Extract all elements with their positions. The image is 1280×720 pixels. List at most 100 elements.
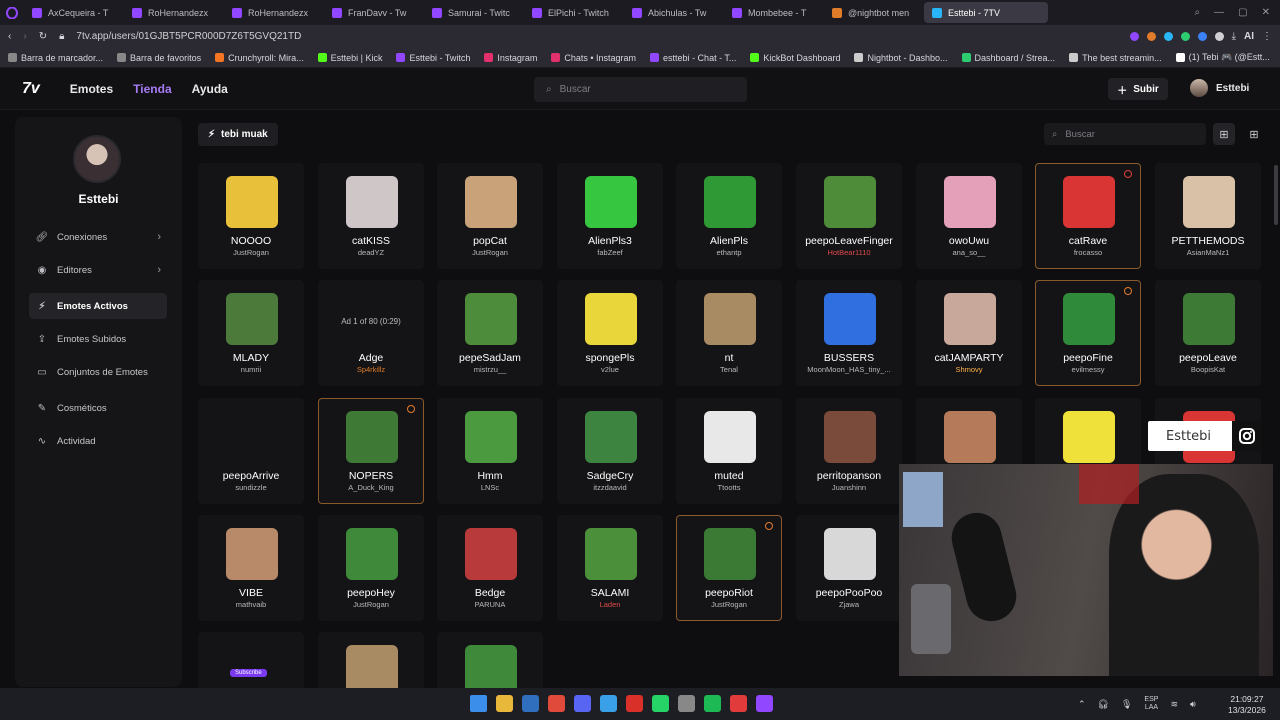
emote-card[interactable]: SadgeCry itzzdaavid — [557, 398, 663, 504]
nav-emotes[interactable]: Emotes — [70, 82, 113, 96]
sidebar-item-conexiones[interactable]: 🔗︎ Conexiones › — [29, 224, 167, 250]
opera-icon[interactable] — [0, 0, 24, 25]
reload-icon[interactable]: ↻ — [39, 31, 47, 42]
taskbar-app-icon[interactable] — [600, 695, 617, 712]
browser-tab[interactable]: RoHernandezx — [224, 2, 322, 23]
taskbar-app-icon[interactable] — [626, 695, 643, 712]
emote-card[interactable]: Hmm LNSc — [437, 398, 543, 504]
browser-tab[interactable]: Abichulas - Tw — [624, 2, 722, 23]
bookmark-item[interactable]: Crunchyroll: Mira... — [215, 53, 304, 63]
emote-card[interactable]: peepoHey JustRogan — [318, 515, 424, 621]
search-tabs-icon[interactable]: ⌕ — [1195, 7, 1201, 18]
extension-icon[interactable] — [1180, 32, 1190, 41]
bookmark-item[interactable]: Instagram — [484, 53, 537, 63]
extension-icon[interactable] — [1197, 32, 1207, 41]
maximize-icon[interactable]: ▢ — [1238, 7, 1247, 18]
extension-icon[interactable] — [1163, 32, 1173, 41]
emote-card[interactable]: AlienPls ethantp — [676, 163, 782, 269]
bookmark-item[interactable]: esttebi - Chat - T... — [650, 53, 736, 63]
browser-tab[interactable]: FranDavv - Tw — [324, 2, 422, 23]
taskbar-app-icon[interactable] — [470, 695, 487, 712]
emote-card[interactable]: SALAMI Laden — [557, 515, 663, 621]
7tv-logo[interactable]: 7v — [22, 80, 40, 98]
emote-card[interactable]: nt Tenal — [676, 280, 782, 386]
sidebar-item-editores[interactable]: ◉ Editores › — [29, 257, 167, 283]
taskbar-app-icon[interactable] — [522, 695, 539, 712]
emote-card[interactable]: popCat JustRogan — [437, 163, 543, 269]
emote-card[interactable]: muted Ttootts — [676, 398, 782, 504]
bookmark-item[interactable]: Dashboard / Strea... — [961, 53, 1055, 63]
taskbar-app-icon[interactable] — [548, 695, 565, 712]
emote-card[interactable]: spongePls v2lue — [557, 280, 663, 386]
bookmark-item[interactable]: Esttebi - Twitch — [396, 53, 470, 63]
emote-card[interactable]: catKISS deadYZ — [318, 163, 424, 269]
emote-card[interactable]: NOPERS A_Duck_King — [318, 398, 424, 504]
large-grid-view-button[interactable]: ⊞ — [1213, 123, 1235, 145]
minimize-icon[interactable]: — — [1214, 7, 1224, 18]
emote-card[interactable]: NOOOO JustRogan — [198, 163, 304, 269]
emote-card[interactable]: peepoLeave BoopisKat — [1155, 280, 1261, 386]
extension-icon[interactable] — [1129, 32, 1139, 41]
wifi-icon[interactable]: ≋ — [1170, 699, 1178, 710]
taskbar-app-icon[interactable] — [496, 695, 513, 712]
back-icon[interactable]: ‹ — [8, 31, 11, 42]
nav-ayuda[interactable]: Ayuda — [192, 82, 228, 96]
mic-icon[interactable]: 🎙︎ — [1121, 699, 1132, 710]
nav-tienda[interactable]: Tienda — [133, 82, 171, 96]
small-grid-view-button[interactable]: ⊞ — [1243, 123, 1265, 145]
browser-tab[interactable]: AxCequeira - T — [24, 2, 122, 23]
bookmark-item[interactable]: Barra de favoritos — [117, 53, 201, 63]
taskbar-app-icon[interactable] — [574, 695, 591, 712]
browser-tab[interactable]: @nightbot men — [824, 2, 922, 23]
emote-card[interactable] — [437, 632, 543, 688]
emote-card[interactable]: peepoArrive sundizzle — [198, 398, 304, 504]
language-indicator[interactable]: ESP LAA — [1144, 696, 1158, 712]
sidebar-item-emotes-subidos[interactable]: ⇪ Emotes Subidos — [29, 326, 167, 352]
emote-card[interactable] — [318, 632, 424, 688]
sidebar-item-conjuntos-de-emotes[interactable]: ▭ Conjuntos de Emotes — [29, 359, 167, 385]
emote-card[interactable]: MLADY numrii — [198, 280, 304, 386]
taskbar-app-icon[interactable] — [730, 695, 747, 712]
bookmark-item[interactable]: KickBot Dashboard — [750, 53, 840, 63]
close-icon[interactable]: ✕ — [1262, 7, 1270, 18]
emote-card[interactable]: catRave frocasso — [1035, 163, 1141, 269]
browser-tab[interactable]: RoHernandezx — [124, 2, 222, 23]
bookmark-item[interactable]: The best streamin... — [1069, 53, 1162, 63]
emote-card[interactable]: catJAMPARTY Shmovy — [916, 280, 1022, 386]
ai-button[interactable]: AI — [1244, 31, 1254, 42]
bookmark-item[interactable]: Chats • Instagram — [551, 53, 636, 63]
emote-card[interactable]: peepoLeaveFinger HotBear1110 — [796, 163, 902, 269]
headset-icon[interactable]: 🎧︎ — [1098, 699, 1109, 710]
browser-tab[interactable]: Esttebi - 7TV — [924, 2, 1048, 23]
taskbar-app-icon[interactable] — [756, 695, 773, 712]
volume-icon[interactable]: 🔊︎ — [1190, 699, 1196, 710]
extension-icon[interactable] — [1146, 32, 1156, 41]
download-icon[interactable]: ⤓ — [1232, 31, 1236, 42]
site-search-input[interactable]: ⌕ Buscar — [534, 77, 747, 102]
emote-card[interactable]: pepeSadJam mistrzu__ — [437, 280, 543, 386]
menu-icon[interactable]: ⋮ — [1262, 31, 1272, 42]
emote-card[interactable]: Subscribe — [198, 632, 304, 688]
sidebar-item-cosméticos[interactable]: ✎ Cosméticos — [29, 395, 167, 421]
bookmark-item[interactable]: Esttebi | Kick — [317, 53, 382, 63]
scrollbar[interactable] — [1274, 165, 1278, 225]
emote-card[interactable]: peepoFine evilmessy — [1035, 280, 1141, 386]
browser-tab[interactable]: Mombebee - T — [724, 2, 822, 23]
browser-tab[interactable]: ElPichi - Twitch — [524, 2, 622, 23]
emote-set-selector[interactable]: ⚡︎ tebi muak — [198, 123, 278, 146]
chevron-up-icon[interactable]: ⌃ — [1078, 699, 1086, 710]
emote-card[interactable]: VIBE mathvaib — [198, 515, 304, 621]
user-menu[interactable]: Esttebi — [1190, 79, 1249, 97]
upload-button[interactable]: ＋ Subir — [1108, 78, 1168, 100]
taskbar-app-icon[interactable] — [678, 695, 695, 712]
extension-icon[interactable] — [1214, 32, 1224, 41]
emote-search-input[interactable]: ⌕ Buscar — [1044, 123, 1206, 145]
url-field[interactable]: 7tv.app/users/01GJBT5PCR000D7Z6T5GVQ21TD — [76, 31, 301, 42]
taskbar-app-icon[interactable] — [704, 695, 721, 712]
emote-card[interactable]: AlienPls3 fabZeef — [557, 163, 663, 269]
taskbar-app-icon[interactable] — [652, 695, 669, 712]
emote-card[interactable]: Ad 1 of 80 (0:29) Adge Sp4rkillz — [318, 280, 424, 386]
sidebar-item-actividad[interactable]: ∿ Actividad — [29, 428, 167, 454]
bookmark-item[interactable]: Nightbot - Dashbo... — [854, 53, 948, 63]
emote-card[interactable]: Bedge PARUNA — [437, 515, 543, 621]
